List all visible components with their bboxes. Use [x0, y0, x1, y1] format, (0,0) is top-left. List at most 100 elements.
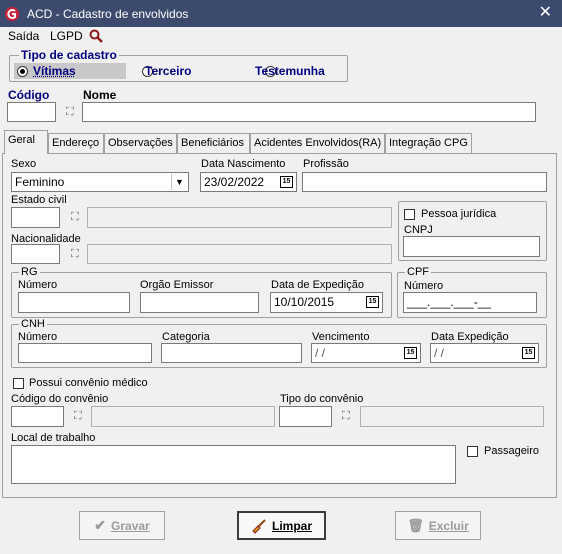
nascimento-label: Data Nascimento — [201, 158, 286, 170]
tab-acidentes-label: Acidentes Envolvidos(RA) — [254, 137, 382, 149]
cnh-numero-label: Número — [18, 331, 58, 343]
estado-civil-code-input[interactable] — [11, 207, 60, 228]
cnh-numero-input[interactable] — [18, 343, 152, 363]
calendar-icon[interactable]: 15 — [404, 347, 417, 359]
calendar-icon[interactable]: 15 — [280, 176, 293, 188]
nascimento-input[interactable]: 23/02/2022 15 — [200, 172, 297, 192]
profissao-input[interactable] — [302, 172, 547, 192]
broom-icon — [252, 518, 266, 534]
nome-label: Nome — [83, 88, 117, 102]
binoculars-icon[interactable]: ⛶ — [66, 106, 74, 119]
tipo-convenio-label: Tipo do convênio — [280, 393, 364, 405]
radio-testemunha-label[interactable]: Testemunha — [255, 64, 325, 78]
rg-title: RG — [19, 266, 40, 278]
nascimento-value: 23/02/2022 — [204, 175, 265, 189]
cnh-categoria-label: Categoria — [162, 331, 210, 343]
title-bar: ACD - Cadastro de envolvidos ✕ — [0, 0, 562, 27]
rg-expedicao-label: Data de Expedição — [271, 279, 364, 291]
cnh-expedicao-label: Data Expedição — [431, 331, 509, 343]
codigo-label: Código — [8, 88, 50, 102]
tipo-convenio-desc-input — [360, 406, 544, 427]
cnh-vencimento-label: Vencimento — [312, 331, 370, 343]
cnh-categoria-input[interactable] — [161, 343, 302, 363]
menu-lgpd[interactable]: LGPD — [50, 29, 83, 43]
tab-integracao-label: Integração CPG — [389, 137, 468, 149]
app-logo-icon — [5, 6, 19, 21]
sexo-value: Feminino — [15, 175, 65, 189]
gravar-label: Gravar — [111, 518, 150, 533]
cnpj-label: CNPJ — [404, 224, 433, 236]
pessoa-juridica-checkbox[interactable] — [404, 209, 415, 220]
window-title: ACD - Cadastro de envolvidos — [27, 6, 189, 21]
tab-observacoes-label: Observações — [108, 137, 173, 149]
estado-civil-desc-input — [87, 207, 392, 228]
orgao-emissor-input[interactable] — [140, 292, 259, 313]
binoculars-icon[interactable]: ⛶ — [342, 410, 350, 423]
tab-beneficiarios-label: Beneficiários — [181, 137, 244, 149]
rg-expedicao-value: 10/10/2015 — [274, 295, 335, 309]
chevron-down-icon[interactable]: ▼ — [171, 174, 187, 190]
menu-bar: Saída LGPD — [0, 27, 562, 45]
cnpj-input[interactable] — [403, 236, 540, 257]
checkmark-icon: ✔ — [94, 517, 107, 533]
nacionalidade-desc-input — [87, 244, 392, 264]
limpar-button[interactable]: Limpar — [237, 511, 326, 540]
tab-endereco[interactable]: Endereço — [48, 133, 104, 153]
codigo-input[interactable] — [7, 102, 56, 122]
local-trabalho-label: Local de trabalho — [11, 432, 96, 444]
cpf-numero-label: Número — [404, 280, 444, 292]
tab-geral-label: Geral — [8, 134, 35, 146]
codigo-convenio-input[interactable] — [11, 406, 64, 427]
gravar-button[interactable]: ✔ Gravar — [79, 511, 165, 540]
convenio-check-label: Possui convênio médico — [29, 377, 148, 389]
excluir-button[interactable]: 🗑 Excluir — [395, 511, 481, 540]
nacionalidade-code-input[interactable] — [11, 244, 60, 264]
profissao-label: Profissão — [303, 158, 349, 170]
rg-numero-input[interactable] — [18, 292, 130, 313]
cnh-vencimento-input[interactable]: / / 15 — [311, 343, 421, 363]
tab-acidentes[interactable]: Acidentes Envolvidos(RA) — [250, 133, 385, 153]
search-icon[interactable] — [89, 29, 103, 43]
tab-observacoes[interactable]: Observações — [104, 133, 177, 153]
pessoa-juridica-label: Pessoa jurídica — [421, 208, 497, 220]
nome-input[interactable] — [82, 102, 536, 122]
tab-endereco-label: Endereço — [52, 137, 100, 149]
cnh-vencimento-value: / / — [315, 346, 326, 360]
convenio-desc-input — [91, 406, 275, 427]
app-window: { "window": { "title": "ACD - Cadastro d… — [0, 0, 562, 554]
radio-vitimas-label[interactable]: Vítimas — [33, 64, 76, 78]
close-icon[interactable]: ✕ — [539, 4, 552, 22]
sexo-select[interactable]: Feminino ▼ — [11, 172, 189, 192]
tab-geral[interactable]: Geral — [4, 130, 48, 154]
convenio-checkbox[interactable] — [13, 378, 24, 389]
tab-beneficiarios[interactable]: Beneficiários — [177, 133, 250, 153]
cnh-expedicao-value: / / — [434, 346, 445, 360]
calendar-icon[interactable]: 15 — [522, 347, 535, 359]
calendar-icon[interactable]: 15 — [366, 296, 379, 308]
tipo-convenio-code-input[interactable] — [279, 406, 332, 427]
radio-terceiro-label[interactable]: Terceiro — [145, 64, 191, 78]
local-trabalho-input[interactable] — [11, 445, 456, 484]
cpf-numero-input[interactable]: ___.___.___-__ — [403, 292, 537, 313]
trash-icon: 🗑 — [407, 517, 424, 533]
cnh-title: CNH — [19, 318, 47, 330]
codigo-convenio-label: Código do convênio — [11, 393, 109, 405]
binoculars-icon[interactable]: ⛶ — [74, 410, 82, 423]
estado-civil-label: Estado civil — [11, 194, 67, 206]
cnh-expedicao-input[interactable]: / / 15 — [430, 343, 539, 363]
menu-saida[interactable]: Saída — [8, 29, 39, 43]
tab-integracao-cpg[interactable]: Integração CPG — [385, 133, 472, 153]
passageiro-label: Passageiro — [484, 445, 540, 457]
rg-numero-label: Número — [18, 279, 58, 291]
binoculars-icon[interactable]: ⛶ — [71, 248, 79, 261]
binoculars-icon[interactable]: ⛶ — [71, 211, 79, 224]
radio-vitimas[interactable] — [17, 66, 28, 77]
passageiro-checkbox[interactable] — [467, 446, 478, 457]
cpf-title: CPF — [405, 266, 431, 278]
rg-expedicao-input[interactable]: 10/10/2015 15 — [270, 292, 383, 313]
excluir-label: Excluir — [428, 518, 469, 533]
orgao-emissor-label: Orgão Emissor — [140, 279, 214, 291]
limpar-label: Limpar — [271, 518, 312, 533]
sexo-label: Sexo — [11, 158, 37, 170]
tipo-cadastro-title: Tipo de cadastro — [19, 48, 119, 62]
